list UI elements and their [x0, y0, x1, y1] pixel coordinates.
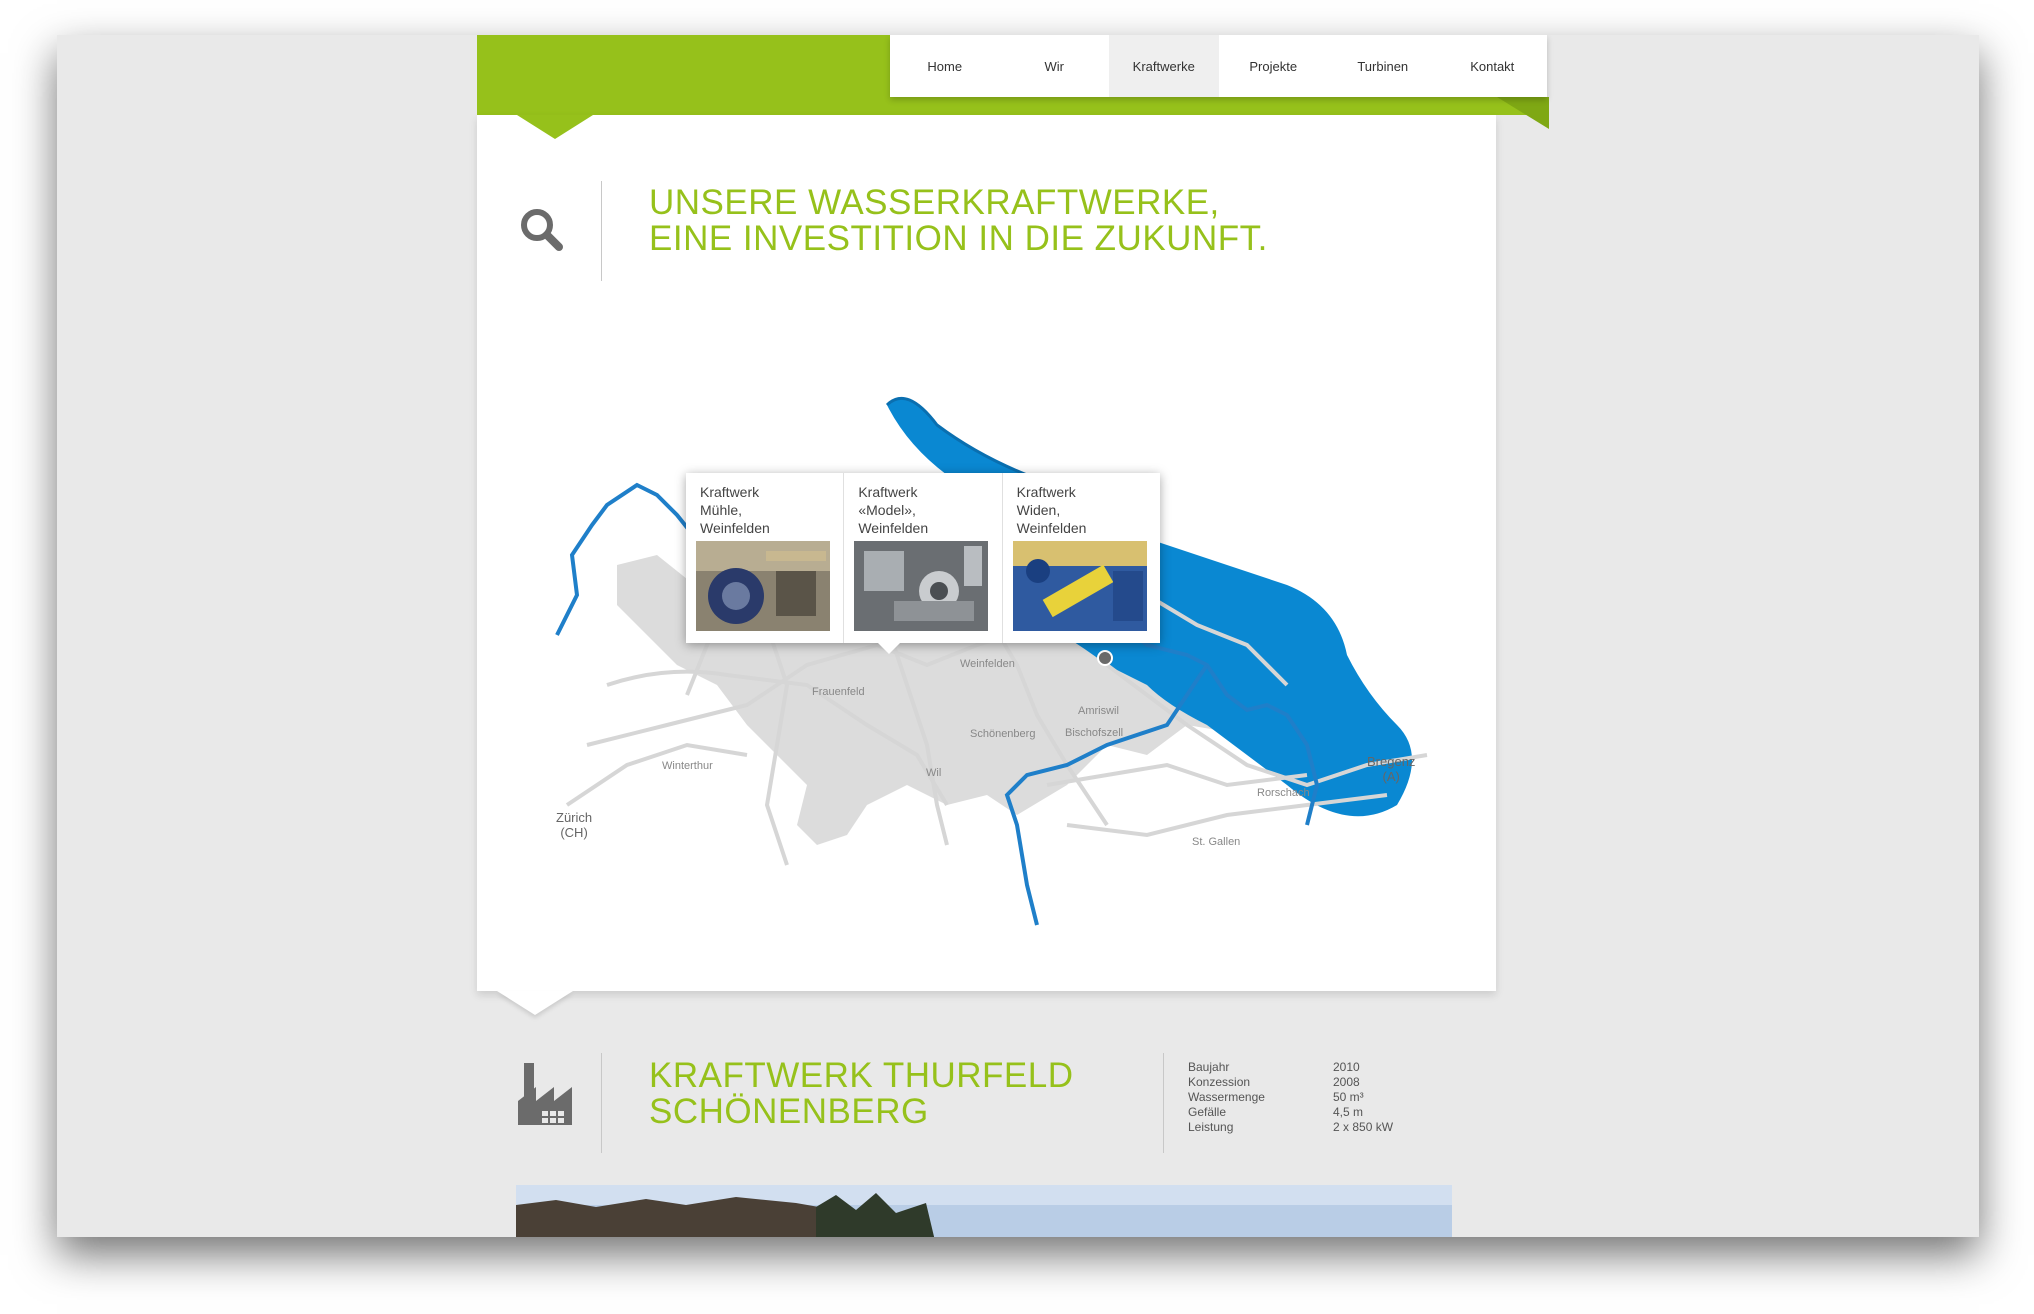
browser-window: Home Wir Kraftwerke Projekte Turbinen Ko…	[57, 35, 1979, 1237]
card-notch	[517, 115, 593, 139]
popup-plant-model[interactable]: Kraftwerk «Model», Weinfelden	[844, 473, 1003, 643]
bregenz-country: (A)	[1382, 769, 1400, 784]
page-title-line1: UNSERE WASSERKRAFTWERKE,	[649, 183, 1220, 222]
bregenz-name: Bregenz	[1367, 754, 1416, 769]
plant-title-line2: SCHÖNENBERG	[649, 1092, 929, 1131]
plant-photo	[854, 541, 989, 631]
map-label-zurich: Zürich (CH)	[556, 810, 592, 840]
map-label-stgallen: St. Gallen	[1192, 836, 1241, 848]
map-label-amriswil: Amriswil	[1078, 705, 1119, 717]
plant-photo	[1012, 541, 1147, 631]
hero-divider	[601, 181, 602, 281]
station-dot	[1097, 650, 1113, 666]
plant-landscape-photo	[516, 1185, 1452, 1237]
plant-popup: Kraftwerk Mühle, Weinfelden Kraftwerk «M…	[686, 473, 1160, 643]
region-map	[555, 396, 1428, 926]
popup-plant-label: Kraftwerk Mühle, Weinfelden	[700, 484, 770, 536]
nav-kontakt[interactable]: Kontakt	[1438, 35, 1548, 97]
plant-stats: Baujahr 2010 Konzession 2008 Wassermenge 50…	[1188, 1060, 1393, 1135]
factory-icon	[518, 1063, 572, 1125]
map-label-bischofszell: Bischofszell	[1065, 727, 1124, 739]
zurich-country: (CH)	[560, 825, 588, 840]
popup-plant-label: Kraftwerk «Model», Weinfelden	[858, 484, 929, 536]
plant-divider	[601, 1053, 602, 1153]
map-label-weinfelden: Weinfelden	[960, 658, 1015, 670]
popup-plant-label: Kraftwerk Widen, Weinfelden	[1016, 484, 1087, 536]
page-title: UNSERE WASSERKRAFTWERKE, EINE INVESTITIO…	[649, 185, 1268, 257]
map-label-frauenfeld: Frauenfeld	[812, 686, 865, 698]
map-label-rorschach: Rorschach	[1257, 787, 1310, 799]
search-icon	[521, 209, 563, 251]
nav-turbinen[interactable]: Turbinen	[1328, 35, 1438, 97]
popup-plant-muehle[interactable]: Kraftwerk Mühle, Weinfelden	[686, 473, 845, 643]
map-label-bregenz: Bregenz (A)	[1367, 754, 1415, 784]
popup-plant-widen[interactable]: Kraftwerk Widen, Weinfelden	[1003, 473, 1160, 643]
popup-pointer	[877, 642, 901, 654]
zurich-name: Zürich	[556, 810, 593, 825]
map-label-schoenenberg: Schönenberg	[970, 728, 1036, 740]
stats-divider	[1163, 1053, 1164, 1153]
nav-home[interactable]: Home	[890, 35, 1000, 97]
nav-kraftwerke[interactable]: Kraftwerke	[1109, 35, 1219, 97]
plant-title: KRAFTWERK THURFELD SCHÖNENBERG	[649, 1058, 1074, 1130]
stat-row: Baujahr 2010	[1188, 1060, 1360, 1074]
main-nav: Home Wir Kraftwerke Projekte Turbinen Ko…	[890, 35, 1547, 97]
nav-wir[interactable]: Wir	[1000, 35, 1110, 97]
stat-row: Wassermenge 50 m³	[1188, 1090, 1364, 1104]
header-fold	[1497, 97, 1549, 129]
stat-row: Konzession 2008	[1188, 1075, 1360, 1089]
plant-photo	[696, 541, 830, 631]
card-bottom-notch	[497, 991, 573, 1015]
page-title-line2: EINE INVESTITION IN DIE ZUKUNFT.	[649, 219, 1268, 258]
nav-projekte[interactable]: Projekte	[1219, 35, 1329, 97]
stat-row: Gefälle 4,5 m	[1188, 1105, 1364, 1119]
stat-row: Leistung 2 x 850 kW	[1188, 1120, 1394, 1134]
map-label-winterthur: Winterthur	[662, 760, 713, 772]
map-label-wil: Wil	[926, 767, 942, 779]
plant-title-line1: KRAFTWERK THURFELD	[649, 1056, 1074, 1095]
